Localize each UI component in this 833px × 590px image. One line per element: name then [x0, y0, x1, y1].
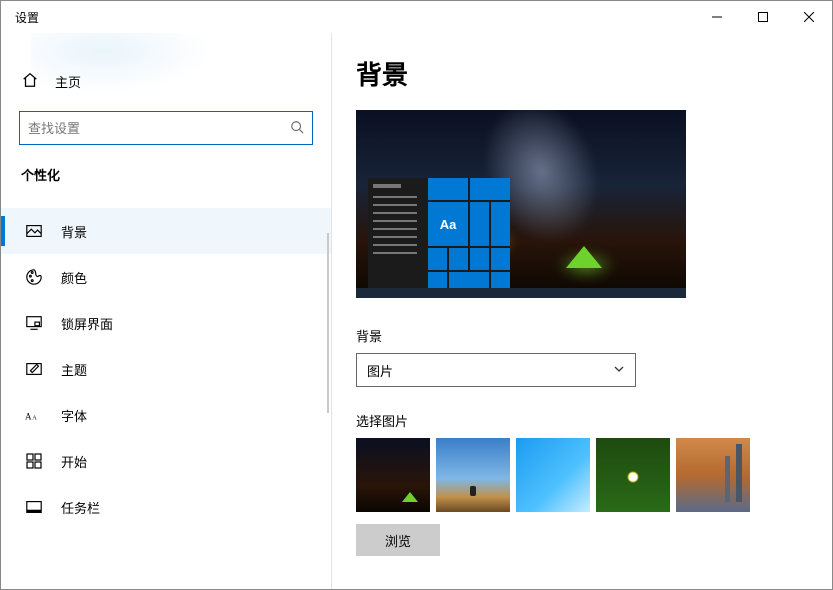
picture-thumbnail[interactable] [436, 438, 510, 512]
pencil-icon [25, 360, 43, 378]
font-icon: AA [25, 408, 43, 422]
sidebar-item-label: 任务栏 [61, 498, 100, 517]
picture-thumbnail[interactable] [676, 438, 750, 512]
preview-tiles: Aa [428, 178, 510, 288]
page-heading: 背景 [356, 55, 804, 92]
choose-picture-label: 选择图片 [356, 411, 804, 430]
home-icon [21, 71, 39, 92]
sidebar-item-fonts[interactable]: AA 字体 [1, 392, 331, 438]
chevron-down-icon [613, 363, 625, 378]
sidebar-item-lockscreen[interactable]: 锁屏界面 [1, 300, 331, 346]
sidebar-item-label: 锁屏界面 [61, 314, 113, 333]
dropdown-value: 图片 [367, 361, 393, 380]
close-button[interactable] [786, 1, 832, 33]
sidebar-item-colors[interactable]: 颜色 [1, 254, 331, 300]
preview-startmenu [368, 178, 428, 288]
background-dropdown[interactable]: 图片 [356, 353, 636, 387]
search-icon [290, 120, 304, 137]
section-header: 个性化 [1, 145, 331, 190]
title-bar: 设置 [1, 1, 832, 33]
sidebar-item-background[interactable]: 背景 [1, 208, 331, 254]
sidebar-scrollbar[interactable] [327, 233, 329, 413]
maximize-button[interactable] [740, 1, 786, 33]
window-title: 设置 [15, 9, 39, 26]
sidebar-item-taskbar[interactable]: 任务栏 [1, 484, 331, 530]
svg-text:A: A [32, 415, 37, 422]
start-icon [25, 453, 43, 469]
sidebar-item-label: 背景 [61, 222, 87, 241]
sidebar-item-label: 字体 [61, 406, 87, 425]
preview-tile-text: Aa [428, 202, 468, 246]
taskbar-icon [25, 498, 43, 516]
minimize-button[interactable] [694, 1, 740, 33]
picture-icon [25, 222, 43, 240]
desktop-preview: Aa [356, 110, 686, 298]
picture-thumbnails [356, 438, 804, 512]
main-pane: 背景 Aa 背景 图片 [331, 33, 832, 589]
picture-thumbnail[interactable] [356, 438, 430, 512]
picture-thumbnail[interactable] [596, 438, 670, 512]
lockscreen-icon [25, 314, 43, 332]
sidebar: 主页 个性化 背景 [1, 33, 331, 589]
palette-icon [25, 268, 43, 286]
home-link[interactable]: 主页 [1, 59, 331, 103]
search-box[interactable] [19, 111, 313, 145]
sidebar-item-start[interactable]: 开始 [1, 438, 331, 484]
sidebar-item-label: 开始 [61, 452, 87, 471]
background-dropdown-label: 背景 [356, 326, 804, 345]
svg-text:A: A [25, 412, 32, 422]
picture-thumbnail[interactable] [516, 438, 590, 512]
sidebar-item-label: 颜色 [61, 268, 87, 287]
sidebar-item-themes[interactable]: 主题 [1, 346, 331, 392]
home-label: 主页 [55, 72, 81, 91]
sidebar-item-label: 主题 [61, 360, 87, 379]
search-input[interactable] [28, 121, 290, 136]
browse-button[interactable]: 浏览 [356, 524, 440, 556]
